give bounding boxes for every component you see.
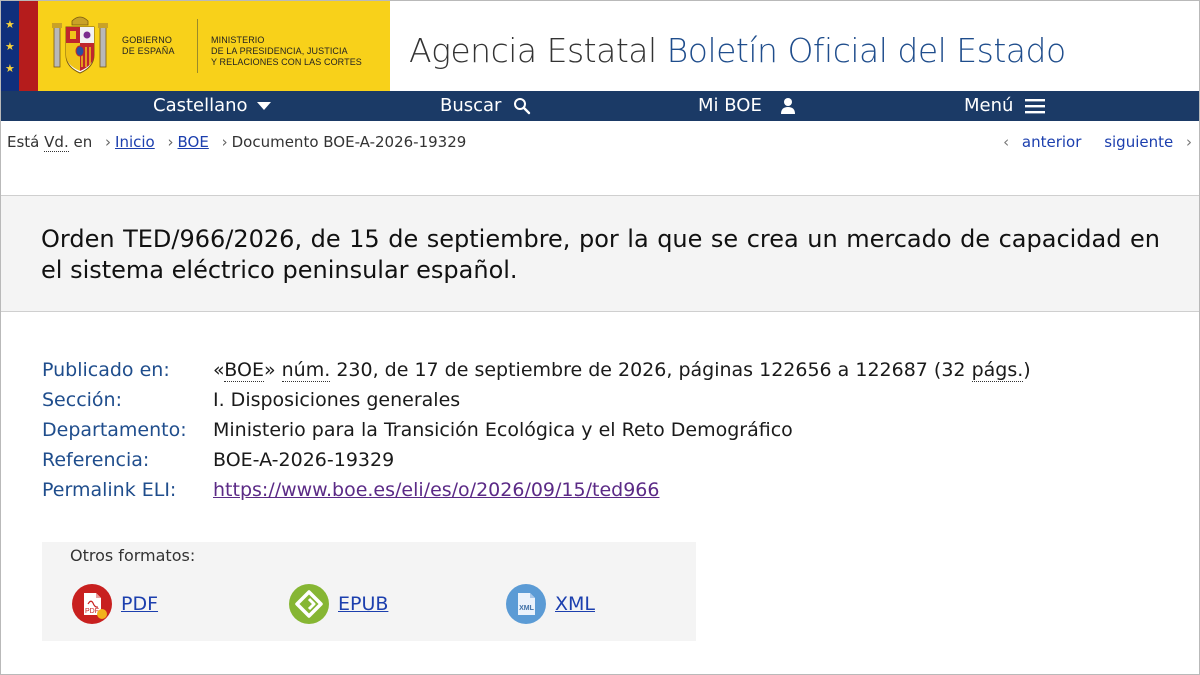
other-formats-title: Otros formatos: [70, 546, 196, 565]
format-label: PDF [121, 593, 159, 615]
gobierno-text: GOBIERNO DE ESPAÑA [122, 35, 175, 57]
menu-button[interactable]: Menú [964, 91, 1046, 121]
eu-star-icon: ★ [5, 62, 15, 75]
caret-down-icon [257, 102, 272, 110]
previous-link[interactable]: anterior [1022, 133, 1082, 151]
my-boe-button[interactable]: Mi BOE [698, 91, 796, 121]
format-label: XML [555, 593, 595, 615]
published-details: 230, de 17 de septiembre de 2026, página… [330, 359, 972, 381]
breadcrumb-home-link[interactable]: Inicio [115, 133, 155, 151]
menu-label: Menú [964, 95, 1014, 116]
spain-flag-strip [19, 1, 38, 91]
coat-of-arms-icon [52, 16, 108, 74]
next-link[interactable]: siguiente [1104, 133, 1173, 151]
eu-star-icon: ★ [5, 40, 15, 53]
xml-icon: XML [506, 584, 546, 624]
language-selector[interactable]: Castellano [153, 91, 272, 121]
chevron-right-icon: › [167, 133, 174, 151]
epub-icon [289, 584, 329, 624]
chevron-right-icon: › [1186, 133, 1192, 151]
other-formats-box: Otros formatos: PDF PDF EPUB XML XML [42, 542, 696, 641]
eli-value: https://www.boe.es/eli/es/o/2026/09/15/t… [213, 475, 659, 505]
gobierno-line: GOBIERNO [122, 35, 173, 45]
meta-row-eli: Permalink ELI: https://www.boe.es/eli/es… [42, 475, 1031, 505]
breadcrumb-abbr: Vd. [44, 133, 69, 152]
breadcrumb-prefix-en: en [73, 133, 93, 151]
eli-label: Permalink ELI: [42, 479, 177, 501]
agency-title-part1: Agencia Estatal [409, 31, 657, 70]
reference-value: BOE-A-2026-19329 [213, 449, 395, 471]
search-label: Buscar [440, 95, 502, 116]
user-icon [780, 98, 795, 114]
eli-permalink[interactable]: https://www.boe.es/eli/es/o/2026/09/15/t… [213, 479, 659, 501]
section-label: Sección: [42, 389, 122, 411]
department-label: Departamento: [42, 419, 187, 441]
breadcrumb-current: Documento BOE-A-2026-19329 [231, 133, 467, 151]
meta-row-published: Publicado en: «BOE» núm. 230, de 17 de s… [42, 355, 1031, 385]
search-button[interactable]: Buscar [440, 91, 531, 121]
logo-divider [197, 19, 198, 73]
chevron-right-icon: › [221, 133, 228, 151]
site-header: ★ ★ ★ GOBIERNO DE ESPAÑA MINISTERIO DE L… [1, 1, 1199, 91]
breadcrumb: Está Vd. en › Inicio › BOE › Documento BOE-… [7, 131, 466, 153]
eu-flag-strip: ★ ★ ★ [1, 1, 19, 91]
agency-title-part2: Boletín Oficial del Estado [666, 31, 1066, 70]
language-label: Castellano [153, 95, 248, 116]
search-icon [514, 98, 531, 115]
document-title: Orden TED/966/2026, de 15 de septiembre,… [41, 225, 1160, 284]
published-value: «BOE» núm. 230, de 17 de septiembre de 2… [213, 355, 1031, 385]
format-label: EPUB [338, 593, 389, 615]
pdf-icon: PDF [72, 584, 112, 624]
document-pager: ‹ anterior siguiente › [1003, 131, 1192, 153]
hamburger-icon [1025, 99, 1046, 114]
gobierno-line: DE ESPAÑA [122, 46, 175, 56]
chevron-left-icon: ‹ [1003, 133, 1010, 151]
reference-label: Referencia: [42, 449, 150, 471]
published-label: Publicado en: [42, 359, 170, 381]
ministerio-text: MINISTERIO DE LA PRESIDENCIA, JUSTICIA Y… [211, 35, 362, 68]
pags-abbr: págs. [971, 359, 1024, 382]
published-close-quote: » [263, 359, 282, 381]
agency-title[interactable]: Agencia Estatal Boletín Oficial del Esta… [409, 31, 1066, 71]
svg-text:XML: XML [519, 605, 535, 612]
ministerio-line: MINISTERIO [211, 35, 265, 45]
government-logo[interactable]: GOBIERNO DE ESPAÑA MINISTERIO DE LA PRES… [38, 1, 390, 91]
meta-row-reference: Referencia: BOE-A-2026-19329 [42, 445, 1031, 475]
published-close-paren: ) [1023, 359, 1031, 381]
main-navbar: Castellano Buscar Mi BOE Menú [1, 91, 1199, 121]
num-abbr: núm. [281, 359, 331, 382]
department-value: Ministerio para la Transición Ecológica … [213, 419, 793, 441]
format-xml[interactable]: XML XML [505, 583, 595, 625]
svg-text:PDF: PDF [85, 608, 99, 615]
section-value: I. Disposiciones generales [213, 389, 461, 411]
my-boe-label: Mi BOE [698, 95, 762, 116]
format-pdf[interactable]: PDF PDF [71, 583, 158, 625]
chevron-right-icon: › [105, 133, 112, 151]
boe-abbr: BOE [224, 359, 264, 382]
document-metadata: Publicado en: «BOE» núm. 230, de 17 de s… [42, 355, 1031, 505]
published-open-quote: « [213, 359, 225, 381]
breadcrumb-prefix: Está [7, 133, 40, 151]
meta-row-department: Departamento: Ministerio para la Transic… [42, 415, 1031, 445]
meta-row-section: Sección: I. Disposiciones generales [42, 385, 1031, 415]
ministerio-line: DE LA PRESIDENCIA, JUSTICIA [211, 46, 348, 56]
eu-star-icon: ★ [5, 18, 15, 31]
breadcrumb-boe-link[interactable]: BOE [178, 133, 209, 151]
format-epub[interactable]: EPUB [288, 583, 388, 625]
ministerio-line: Y RELACIONES CON LAS CORTES [211, 57, 362, 67]
